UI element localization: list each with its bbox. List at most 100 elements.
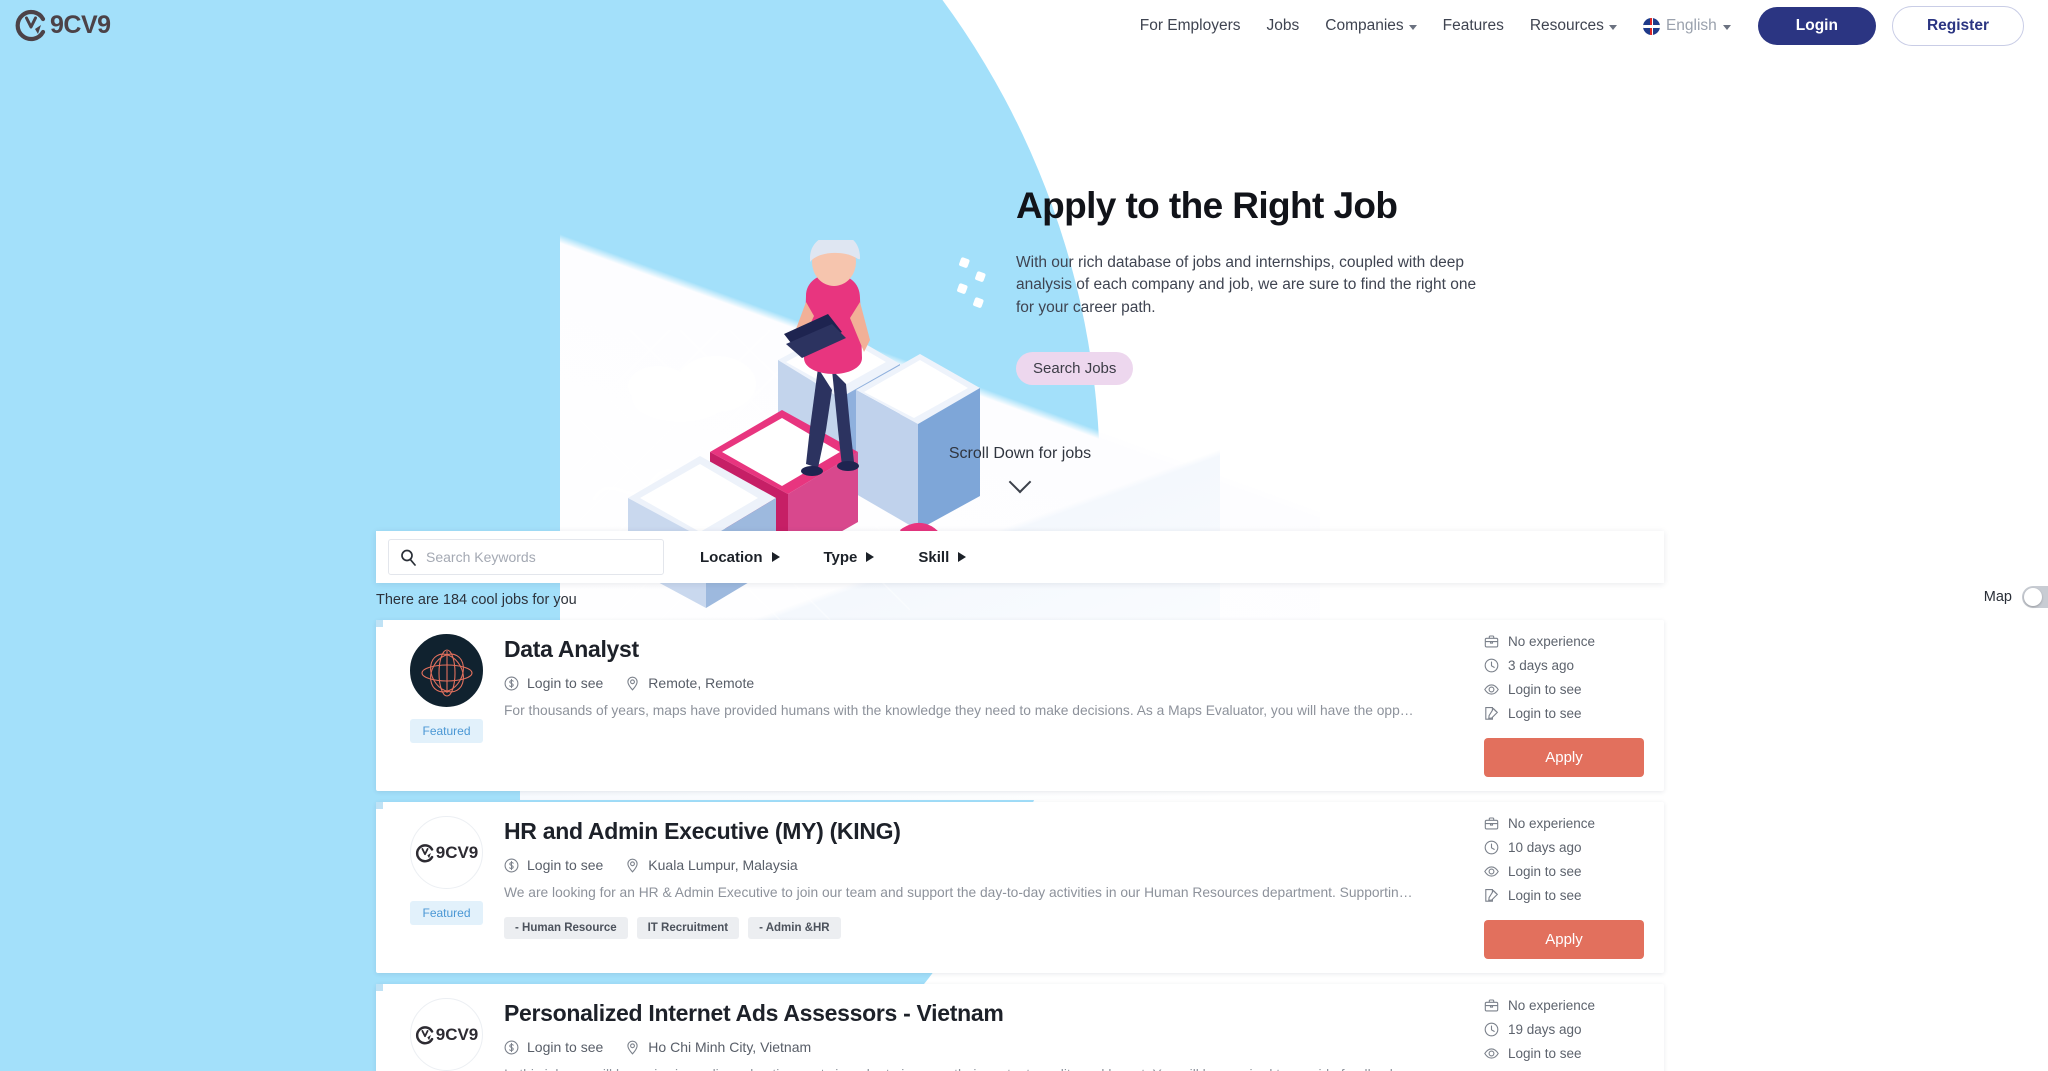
- job-views-text: Login to see: [1508, 682, 1582, 697]
- filter-type[interactable]: Type: [824, 549, 875, 566]
- job-experience-text: No experience: [1508, 816, 1596, 831]
- job-salary-text: Login to see: [527, 1039, 604, 1055]
- scroll-down-hint[interactable]: Scroll Down for jobs: [940, 445, 1100, 494]
- status-badge: Featured: [410, 901, 483, 925]
- nav-item-jobs[interactable]: Jobs: [1254, 17, 1313, 35]
- clock-icon: [1484, 840, 1499, 855]
- job-applicants-text: Login to see: [1508, 888, 1582, 903]
- location-pin-icon: [627, 676, 638, 691]
- job-applicants-text: Login to see: [1508, 706, 1582, 721]
- map-toggle-label: Map: [1983, 589, 2012, 605]
- table-row[interactable]: 9CV9 Featured Personalized Internet Ads …: [376, 984, 1664, 1071]
- job-side-meta: No experience 19 days ago Login to see: [1484, 998, 1664, 1071]
- filter-location[interactable]: Location: [700, 549, 780, 566]
- job-posted: 3 days ago: [1484, 658, 1650, 673]
- triangle-right-icon: [866, 552, 875, 562]
- search-jobs-button[interactable]: Search Jobs: [1016, 352, 1134, 386]
- chevron-down-icon: [1008, 470, 1032, 494]
- job-meta-row: Login to see Ho Chi Minh City, Vietnam: [504, 1039, 1464, 1055]
- job-tags: - Human Resource IT Recruitment - Admin …: [504, 916, 1464, 939]
- job-tag[interactable]: - Admin &HR: [748, 916, 841, 939]
- top-navigation-bar: 9CV9 For Employers Jobs Companies Featur…: [0, 0, 2048, 52]
- language-label: English: [1665, 17, 1717, 34]
- job-views: Login to see: [1484, 864, 1650, 879]
- clock-icon: [1484, 1022, 1499, 1037]
- job-salary: Login to see: [504, 857, 603, 873]
- job-location: Kuala Lumpur, Malaysia: [625, 857, 798, 873]
- uk-flag-icon: [1642, 17, 1660, 35]
- apply-button[interactable]: Apply: [1484, 920, 1644, 959]
- filter-label: Location: [700, 548, 763, 566]
- eye-icon: [1484, 866, 1499, 877]
- table-row[interactable]: Featured Data Analyst Login to see Remot…: [376, 620, 1664, 791]
- status-badge: Featured: [410, 719, 483, 743]
- nav-item-features[interactable]: Features: [1430, 17, 1517, 35]
- job-tag[interactable]: - Human Resource: [504, 916, 628, 939]
- map-toggle-switch[interactable]: [2022, 586, 2048, 608]
- switch-knob: [2024, 588, 2042, 606]
- company-logo-text: 9CV9: [435, 1024, 479, 1044]
- logo-mark-icon: [14, 8, 48, 42]
- job-search-bar: Location Type Skill: [376, 531, 1664, 583]
- job-views: Login to see: [1484, 682, 1650, 697]
- job-posted: 10 days ago: [1484, 840, 1650, 855]
- location-pin-icon: [627, 1040, 638, 1055]
- job-logo-column: 9CV9 Featured: [376, 998, 504, 1071]
- hero-section: Apply to the Right Job With our rich dat…: [1016, 185, 1536, 386]
- job-description: For thousands of years, maps have provid…: [504, 703, 1414, 718]
- job-views-text: Login to see: [1508, 1046, 1582, 1061]
- job-details: Data Analyst Login to see Remote, Remote…: [504, 634, 1484, 777]
- nav-item-resources[interactable]: Resources: [1517, 17, 1630, 35]
- job-logo-column: Featured: [376, 634, 504, 777]
- job-salary: Login to see: [504, 675, 603, 691]
- filter-skill[interactable]: Skill: [918, 548, 967, 566]
- job-logo-column: 9CV9 Featured: [376, 816, 504, 959]
- card-corner-accent: [376, 620, 383, 627]
- apply-button[interactable]: Apply: [1484, 738, 1644, 777]
- location-pin-icon: [627, 858, 638, 873]
- language-selector[interactable]: English: [1630, 17, 1744, 35]
- job-title[interactable]: Data Analyst: [504, 636, 1464, 663]
- eye-icon: [1484, 684, 1499, 695]
- search-input[interactable]: [426, 549, 652, 565]
- login-button[interactable]: Login: [1757, 7, 1876, 45]
- job-location-text: Kuala Lumpur, Malaysia: [648, 857, 798, 873]
- filter-group: Location Type Skill: [700, 548, 967, 566]
- job-views-text: Login to see: [1508, 864, 1582, 879]
- job-posted-text: 3 days ago: [1508, 658, 1575, 673]
- scroll-down-label: Scroll Down for jobs: [948, 445, 1092, 462]
- nav-label: Resources: [1529, 17, 1604, 34]
- search-input-wrapper[interactable]: [388, 539, 664, 575]
- application-edit-icon: [1485, 707, 1499, 720]
- register-button[interactable]: Register: [1891, 6, 2024, 46]
- nav-links: For Employers Jobs Companies Features Re…: [1127, 0, 2024, 52]
- job-location-text: Ho Chi Minh City, Vietnam: [648, 1039, 812, 1055]
- job-title[interactable]: HR and Admin Executive (MY) (KING): [504, 818, 1464, 845]
- eye-icon: [1484, 1048, 1499, 1059]
- nav-item-companies[interactable]: Companies: [1312, 17, 1429, 35]
- avatar: 9CV9: [410, 998, 483, 1071]
- job-location: Remote, Remote: [625, 675, 754, 691]
- search-icon: [400, 549, 417, 566]
- card-corner-accent: [376, 802, 383, 809]
- table-row[interactable]: 9CV9 Featured HR and Admin Executive (MY…: [376, 802, 1664, 973]
- job-views: Login to see: [1484, 1046, 1650, 1061]
- filter-label: Skill: [918, 548, 950, 566]
- job-salary: Login to see: [504, 1039, 603, 1055]
- application-edit-icon: [1485, 889, 1499, 902]
- job-tag[interactable]: IT Recruitment: [636, 916, 740, 939]
- card-corner-accent: [376, 984, 383, 991]
- nav-label: Features: [1442, 17, 1504, 34]
- job-description: We are looking for an HR & Admin Executi…: [504, 885, 1414, 900]
- dollar-circle-icon: [504, 858, 519, 872]
- job-side-meta: No experience 3 days ago Login to see Lo…: [1484, 634, 1664, 777]
- map-toggle-group: Map: [1984, 586, 2048, 608]
- site-logo[interactable]: 9CV9: [14, 8, 111, 42]
- logo-text: 9CV9: [50, 10, 111, 39]
- job-posted-text: 19 days ago: [1508, 1022, 1582, 1037]
- avatar: 9CV9: [410, 816, 483, 889]
- nav-item-for-employers[interactable]: For Employers: [1127, 17, 1254, 35]
- job-title[interactable]: Personalized Internet Ads Assessors - Vi…: [504, 1000, 1464, 1027]
- job-experience: No experience: [1484, 634, 1650, 649]
- job-salary-text: Login to see: [527, 675, 604, 691]
